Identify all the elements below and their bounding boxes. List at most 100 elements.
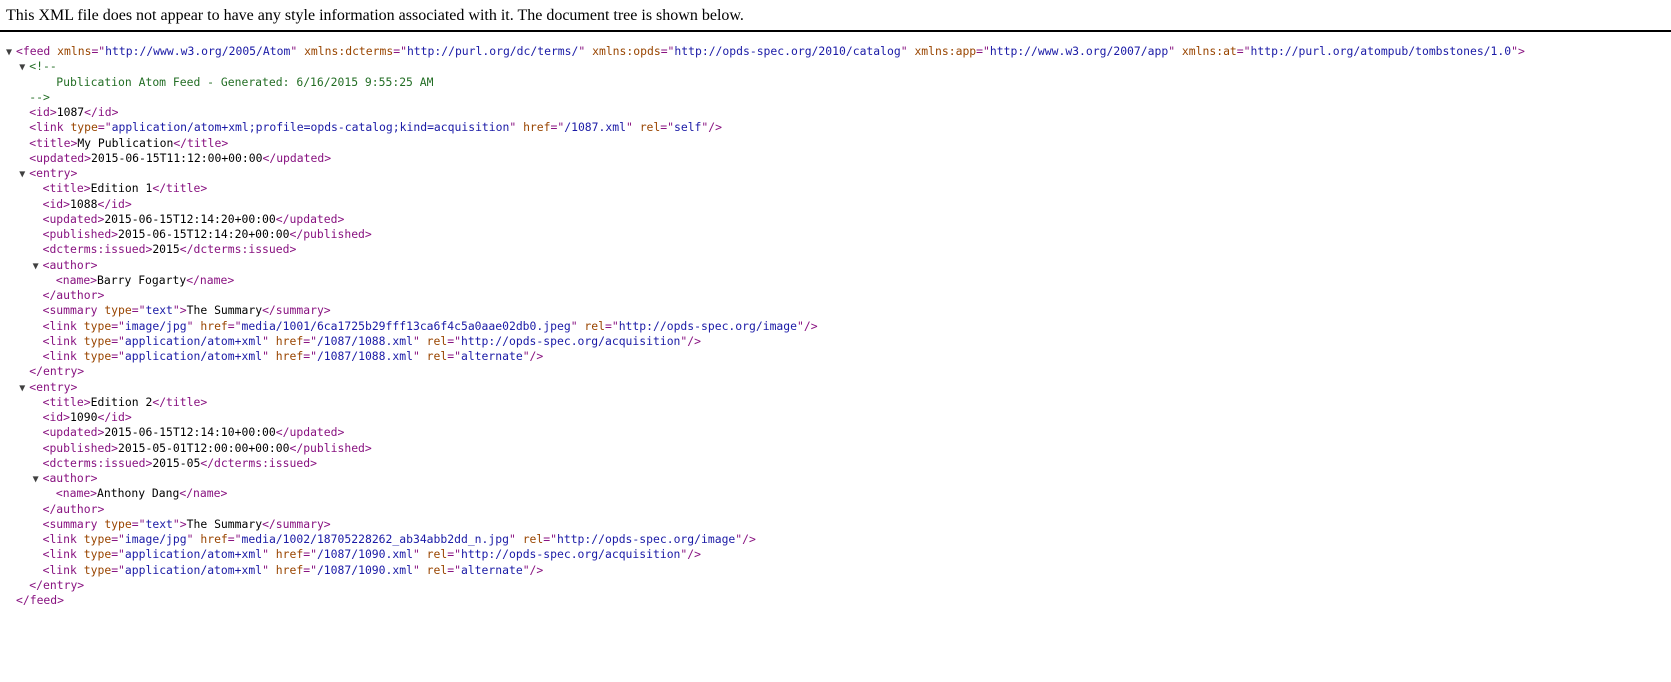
xml-text-content: Barry Fogarty — [97, 272, 187, 287]
xml-attribute-name: rel — [426, 562, 448, 577]
xml-tag-text: =" — [111, 532, 125, 546]
xml-attribute-name: href — [200, 318, 228, 333]
xml-attribute-value: alternate — [460, 349, 523, 363]
xml-tree-line: <summary type="text">The Summary</summar… — [0, 303, 1671, 318]
xml-tree-line: </entry> — [0, 578, 1671, 593]
xml-tag-text: <feed — [16, 44, 51, 58]
xml-text-content — [77, 532, 84, 546]
xml-attribute-name: rel — [522, 532, 544, 546]
xml-attribute-value: /1087/1088.xml — [316, 333, 413, 348]
xml-tag-text: " — [262, 547, 269, 562]
xml-tree-line: </author> — [0, 288, 1671, 303]
xml-tree-line: ▼ <entry> — [0, 380, 1671, 395]
expanded-triangle-icon[interactable]: ▼ — [6, 45, 16, 60]
xml-text-content — [633, 120, 640, 134]
xml-text-content — [269, 563, 276, 577]
xml-tree-line: ▼ <entry> — [0, 166, 1671, 181]
xml-text-content: The Summary — [186, 516, 263, 531]
xml-attribute-value: application/atom+xml — [124, 547, 263, 562]
xml-attribute-name: xmlns:at — [1181, 44, 1237, 58]
xml-comment-text: Publication Atom Feed - Generated: 6/16/… — [42, 74, 434, 89]
xml-attribute-value: alternate — [460, 562, 523, 577]
xml-text-content: 1088 — [70, 196, 98, 211]
xml-tag-text: </title> — [152, 394, 208, 409]
xml-tree-line: <link type="image/jpg" href="media/1001/… — [0, 319, 1671, 334]
xml-tag-text: =" — [227, 318, 242, 333]
xml-tag-text: " — [262, 349, 269, 363]
xml-tag-text: =" — [447, 547, 461, 562]
xml-tag-text: " — [186, 318, 194, 333]
xml-text-content — [1175, 44, 1182, 58]
xml-tree-line: <title>My Publication</title> — [0, 136, 1671, 151]
xml-attribute-name: rel — [426, 349, 448, 363]
xml-tag-text: =" — [976, 44, 990, 58]
xml-text-content — [420, 349, 427, 363]
xml-tag-text: "> — [172, 516, 187, 531]
xml-attribute-value: http://opds-spec.org/acquisition — [460, 547, 681, 562]
xml-tag-text: <published> — [42, 227, 119, 241]
xml-text-content: 2015-06-15T12:14:10+00:00 — [104, 425, 276, 440]
xml-tag-text: =" — [111, 349, 125, 363]
xml-tag-text: =" — [447, 333, 461, 348]
xml-text-content — [77, 349, 84, 363]
xml-attribute-name: type — [83, 532, 112, 546]
xml-tree-line: <title>Edition 1</title> — [0, 181, 1671, 196]
xml-attribute-name: xmlns:app — [914, 44, 977, 58]
xml-attribute-name: type — [104, 303, 132, 318]
xml-tree-line: ▼ <!-- — [0, 59, 1671, 74]
xml-tag-text: </title> — [152, 181, 208, 196]
xml-attribute-value: application/atom+xml — [124, 562, 263, 577]
xml-text-content: 1090 — [70, 410, 98, 424]
xml-attribute-name: href — [275, 333, 304, 348]
xml-tag-text: <link — [42, 333, 77, 348]
xml-tree-line: <title>Edition 2</title> — [0, 395, 1671, 410]
xml-tag-text: " — [186, 532, 194, 546]
xml-attribute-name: type — [83, 349, 112, 363]
xml-tree-line: <id>1087</id> — [0, 105, 1671, 120]
xml-attribute-name: rel — [426, 333, 448, 348]
xml-tree-line: <summary type="text">The Summary</summar… — [0, 517, 1671, 532]
xml-tag-text: =" — [447, 562, 461, 577]
xml-tree-line: <link type="application/atom+xml" href="… — [0, 547, 1671, 562]
xml-text-content: Edition 1 — [90, 181, 153, 196]
xml-text-content — [420, 563, 427, 577]
xml-attribute-value: http://opds-spec.org/acquisition — [460, 333, 681, 348]
xml-attribute-value: text — [145, 516, 173, 531]
xml-tree-line: <id>1090</id> — [0, 410, 1671, 425]
xml-attribute-value: image/jpg — [124, 532, 187, 546]
xml-text-content — [420, 547, 427, 561]
xml-tag-text: <updated> — [29, 150, 92, 165]
xml-tag-text: </author> — [42, 288, 105, 302]
xml-attribute-value: self — [673, 120, 702, 135]
xml-tag-text: </name> — [179, 486, 228, 501]
xml-attribute-value: http://www.w3.org/2005/Atom — [105, 44, 291, 58]
xml-tag-text: <title> — [29, 135, 78, 150]
xml-document-tree: ▼ <feed xmlns="http://www.w3.org/2005/Ato… — [0, 44, 1671, 608]
xml-attribute-name: xmlns:dcterms — [304, 44, 394, 58]
xml-text-content: Edition 2 — [90, 394, 153, 409]
xml-attribute-name: xmlns:opds — [592, 44, 661, 58]
xml-tag-text: <title> — [42, 181, 91, 196]
xml-tag-text: "/> — [735, 532, 756, 546]
xml-tag-text: "> — [172, 303, 187, 318]
xml-attribute-value: text — [145, 303, 173, 318]
expanded-triangle-icon[interactable]: ▼ — [19, 381, 29, 396]
xml-tag-text: <id> — [29, 105, 57, 119]
xml-text-content: 2015-05 — [152, 455, 201, 470]
xml-tag-text: <link — [42, 547, 77, 562]
xml-attribute-name: rel — [639, 120, 661, 135]
xml-text-content — [269, 349, 276, 363]
xml-tree-line: <name>Anthony Dang</name> — [0, 486, 1671, 501]
xml-tag-text: </title> — [173, 135, 229, 150]
xml-tag-text: " — [412, 562, 420, 577]
xml-tag-text: =" — [303, 349, 317, 363]
expanded-triangle-icon[interactable]: ▼ — [33, 259, 43, 274]
xml-tag-text: <author> — [42, 257, 98, 272]
xml-tag-text: <name> — [55, 272, 98, 287]
expanded-triangle-icon[interactable]: ▼ — [33, 472, 43, 487]
expanded-triangle-icon[interactable]: ▼ — [19, 60, 29, 75]
xml-attribute-value: http://purl.org/atompub/tombstones/1.0 — [1250, 44, 1512, 58]
expanded-triangle-icon[interactable]: ▼ — [19, 167, 29, 182]
xml-tree-line: <link type="image/jpg" href="media/1002/… — [0, 532, 1671, 547]
xml-tag-text: "/> — [680, 547, 701, 562]
